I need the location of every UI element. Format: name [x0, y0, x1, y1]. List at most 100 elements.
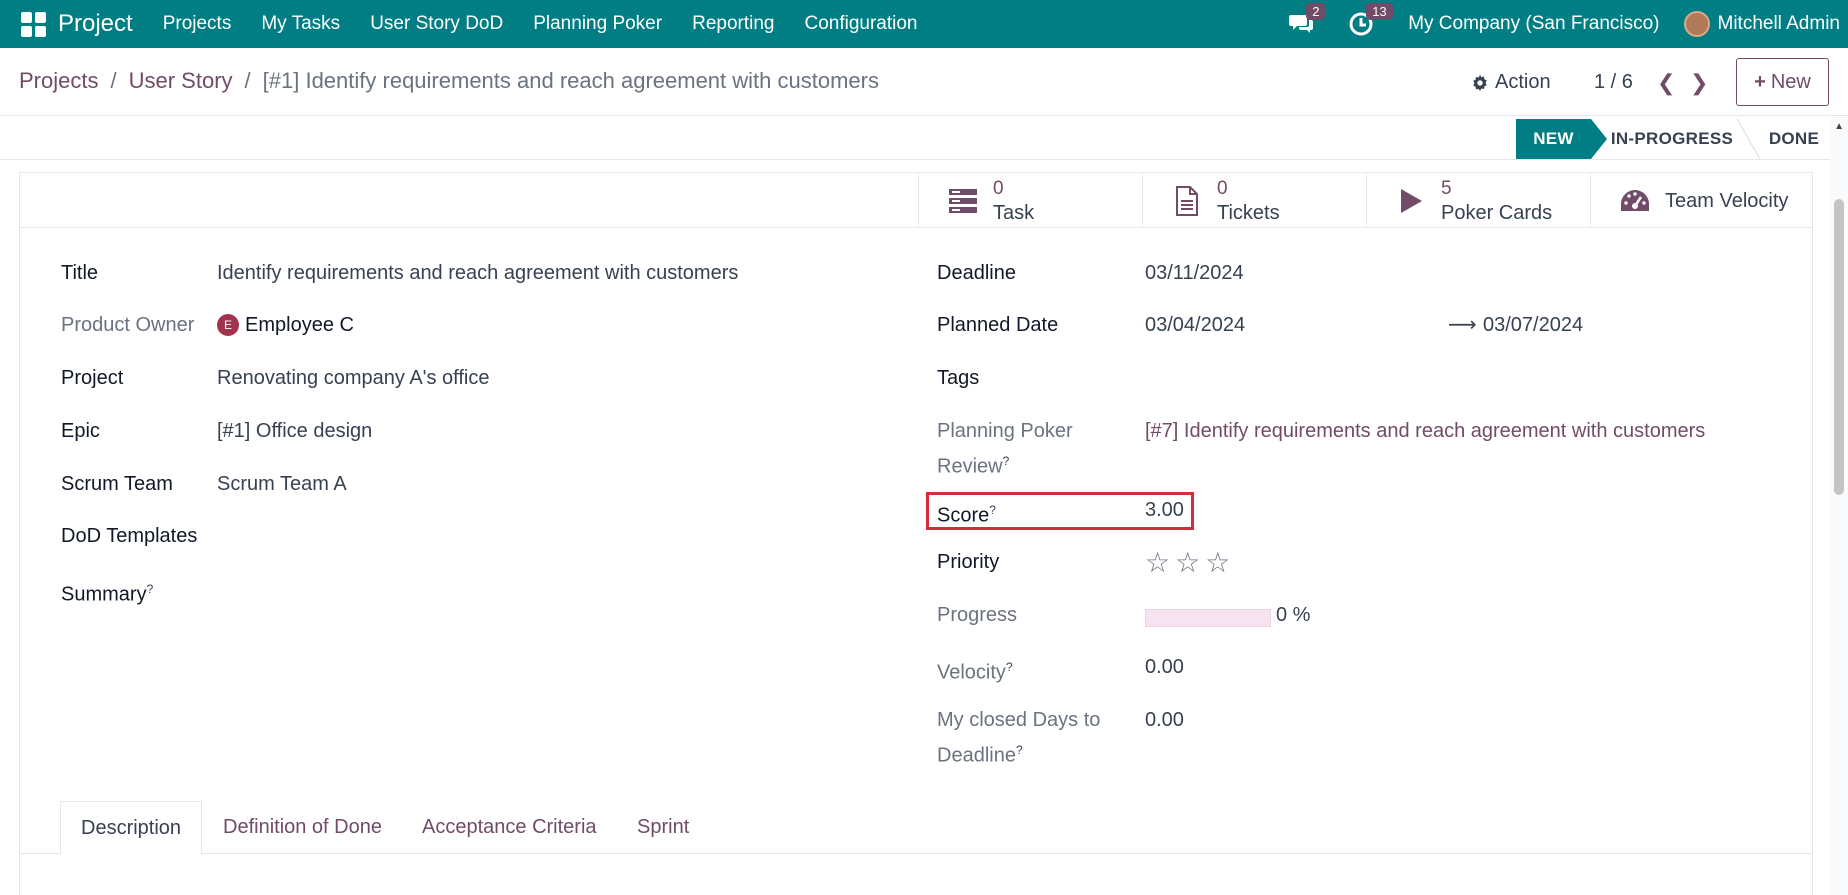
- vertical-scrollbar[interactable]: ▲: [1830, 117, 1848, 895]
- team-velocity-smart-button[interactable]: Team Velocity: [1590, 173, 1812, 228]
- menu-my-tasks[interactable]: My Tasks: [261, 13, 340, 35]
- breadcrumb-separator: /: [110, 68, 117, 93]
- priority-label: Priority: [937, 551, 1000, 573]
- title-label: Title: [61, 262, 99, 284]
- menu-reporting[interactable]: Reporting: [692, 13, 774, 35]
- star-icon[interactable]: ☆: [1145, 548, 1170, 578]
- menu-projects[interactable]: Projects: [163, 13, 232, 35]
- tab-sprint[interactable]: Sprint: [617, 801, 709, 854]
- tab-definition-of-done[interactable]: Definition of Done: [203, 801, 402, 854]
- menu-user-story-dod[interactable]: User Story DoD: [370, 13, 503, 35]
- poker-cards-smart-button[interactable]: 5 Poker Cards: [1366, 173, 1590, 228]
- scrollbar-thumb[interactable]: [1834, 199, 1844, 495]
- control-panel: Projects / User Story / [#1] Identify re…: [0, 48, 1848, 116]
- breadcrumb-projects[interactable]: Projects: [19, 68, 98, 94]
- summary-label: Summary?: [61, 582, 154, 606]
- employee-avatar: E: [217, 314, 239, 336]
- closed-days-field: 0.00: [1145, 709, 1184, 731]
- progress-label: Progress: [937, 604, 1018, 626]
- stage-new[interactable]: NEW: [1516, 119, 1607, 159]
- deadline-field[interactable]: 03/11/2024: [1145, 258, 1244, 288]
- score-highlight-box: [926, 492, 1194, 530]
- epic-label: Epic: [61, 420, 100, 442]
- user-avatar[interactable]: [1683, 11, 1710, 37]
- arrow-right-icon: ⟶: [1448, 314, 1477, 336]
- new-button[interactable]: + New: [1736, 58, 1829, 106]
- poker-review-link[interactable]: [#7] Identify requirements and reach agr…: [1145, 416, 1705, 446]
- navbar-systray: 2 13 My Company (San Francisco) Mitchell…: [1288, 0, 1848, 48]
- project-label: Project: [61, 367, 124, 389]
- task-count: 0: [993, 177, 1004, 199]
- team-velocity-label: Team Velocity: [1665, 189, 1789, 212]
- project-field[interactable]: Renovating company A's office: [217, 363, 490, 393]
- epic-field[interactable]: [#1] Office design: [217, 416, 372, 446]
- progress-value: 0 %: [1276, 604, 1311, 626]
- poker-cards-count: 5: [1441, 177, 1452, 199]
- tickets-count: 0: [1217, 177, 1228, 199]
- status-bar: NEW IN-PROGRESS DONE: [0, 117, 1848, 160]
- breadcrumb-separator: /: [244, 68, 251, 93]
- help-tooltip-icon[interactable]: ?: [1003, 454, 1010, 468]
- action-label: Action: [1495, 71, 1551, 93]
- planned-date-label: Planned Date: [937, 314, 1059, 336]
- form-sheet: 0 Task 0 Tickets 5 Poker Cards Team Velo…: [19, 172, 1813, 895]
- closed-days-label: My closed Days to Deadline?: [937, 709, 1101, 767]
- action-button[interactable]: Action: [1471, 71, 1551, 94]
- stage-in-progress[interactable]: IN-PROGRESS: [1607, 119, 1737, 159]
- tickets-smart-button[interactable]: 0 Tickets: [1142, 173, 1366, 228]
- help-tooltip-icon[interactable]: ?: [1006, 660, 1013, 674]
- dod-templates-label: DoD Templates: [61, 525, 198, 547]
- help-tooltip-icon[interactable]: ?: [147, 582, 154, 596]
- dashboard-icon: [1619, 185, 1651, 217]
- scroll-up-icon[interactable]: ▲: [1834, 121, 1844, 132]
- stage-done[interactable]: DONE: [1758, 119, 1830, 159]
- star-icon[interactable]: ☆: [1175, 548, 1200, 578]
- tickets-label: Tickets: [1217, 201, 1280, 224]
- star-icon[interactable]: ☆: [1205, 548, 1230, 578]
- apps-menu-icon[interactable]: [18, 9, 48, 39]
- top-navbar: Project Projects My Tasks User Story DoD…: [0, 0, 1848, 48]
- product-owner-value: Employee C: [245, 314, 354, 336]
- title-field[interactable]: Identify requirements and reach agreemen…: [217, 258, 738, 288]
- messages-button[interactable]: 2: [1288, 3, 1326, 37]
- messages-badge: 2: [1306, 3, 1326, 20]
- planned-start-field[interactable]: 03/04/2024: [1145, 310, 1245, 340]
- priority-stars: ☆ ☆ ☆: [1145, 548, 1235, 578]
- plus-icon: +: [1754, 70, 1766, 93]
- menu-configuration[interactable]: Configuration: [804, 13, 917, 35]
- file-text-icon: [1171, 185, 1203, 217]
- velocity-label: Velocity?: [937, 660, 1013, 684]
- pager-value[interactable]: 1 / 6: [1594, 71, 1633, 94]
- smart-button-box: 0 Task 0 Tickets 5 Poker Cards Team Velo…: [20, 173, 1812, 228]
- app-name[interactable]: Project: [58, 10, 133, 38]
- tasks-icon: [947, 185, 979, 217]
- product-owner-field[interactable]: E Employee C: [217, 310, 354, 340]
- new-label: New: [1770, 70, 1811, 93]
- notebook-tabs: Description Definition of Done Acceptanc…: [20, 801, 1812, 855]
- company-switcher[interactable]: My Company (San Francisco): [1408, 13, 1659, 35]
- poker-review-label: Planning Poker Review?: [937, 420, 1073, 478]
- pager-previous-icon[interactable]: ❮: [1657, 70, 1675, 96]
- activities-button[interactable]: 13: [1348, 3, 1393, 37]
- planned-end-field[interactable]: 03/07/2024: [1483, 310, 1583, 340]
- activities-badge: 13: [1366, 3, 1393, 20]
- menu-planning-poker[interactable]: Planning Poker: [533, 13, 662, 35]
- poker-cards-label: Poker Cards: [1441, 201, 1553, 224]
- breadcrumb-current: [#1] Identify requirements and reach agr…: [262, 68, 879, 93]
- deadline-label: Deadline: [937, 262, 1016, 284]
- task-smart-button[interactable]: 0 Task: [918, 173, 1142, 228]
- tags-label: Tags: [937, 367, 980, 389]
- task-label: Task: [993, 201, 1035, 224]
- tab-description[interactable]: Description: [60, 801, 203, 855]
- user-menu[interactable]: Mitchell Admin: [1718, 13, 1841, 35]
- play-icon: [1395, 185, 1427, 217]
- help-tooltip-icon[interactable]: ?: [1016, 743, 1023, 757]
- product-owner-label: Product Owner: [61, 314, 195, 336]
- tab-acceptance-criteria[interactable]: Acceptance Criteria: [402, 801, 617, 854]
- breadcrumb: Projects / User Story / [#1] Identify re…: [19, 68, 879, 94]
- gear-icon: [1473, 74, 1487, 91]
- scrum-team-label: Scrum Team: [61, 473, 173, 495]
- pager-next-icon[interactable]: ❯: [1690, 70, 1708, 96]
- breadcrumb-user-story[interactable]: User Story: [129, 68, 233, 94]
- scrum-team-field[interactable]: Scrum Team A: [217, 469, 347, 499]
